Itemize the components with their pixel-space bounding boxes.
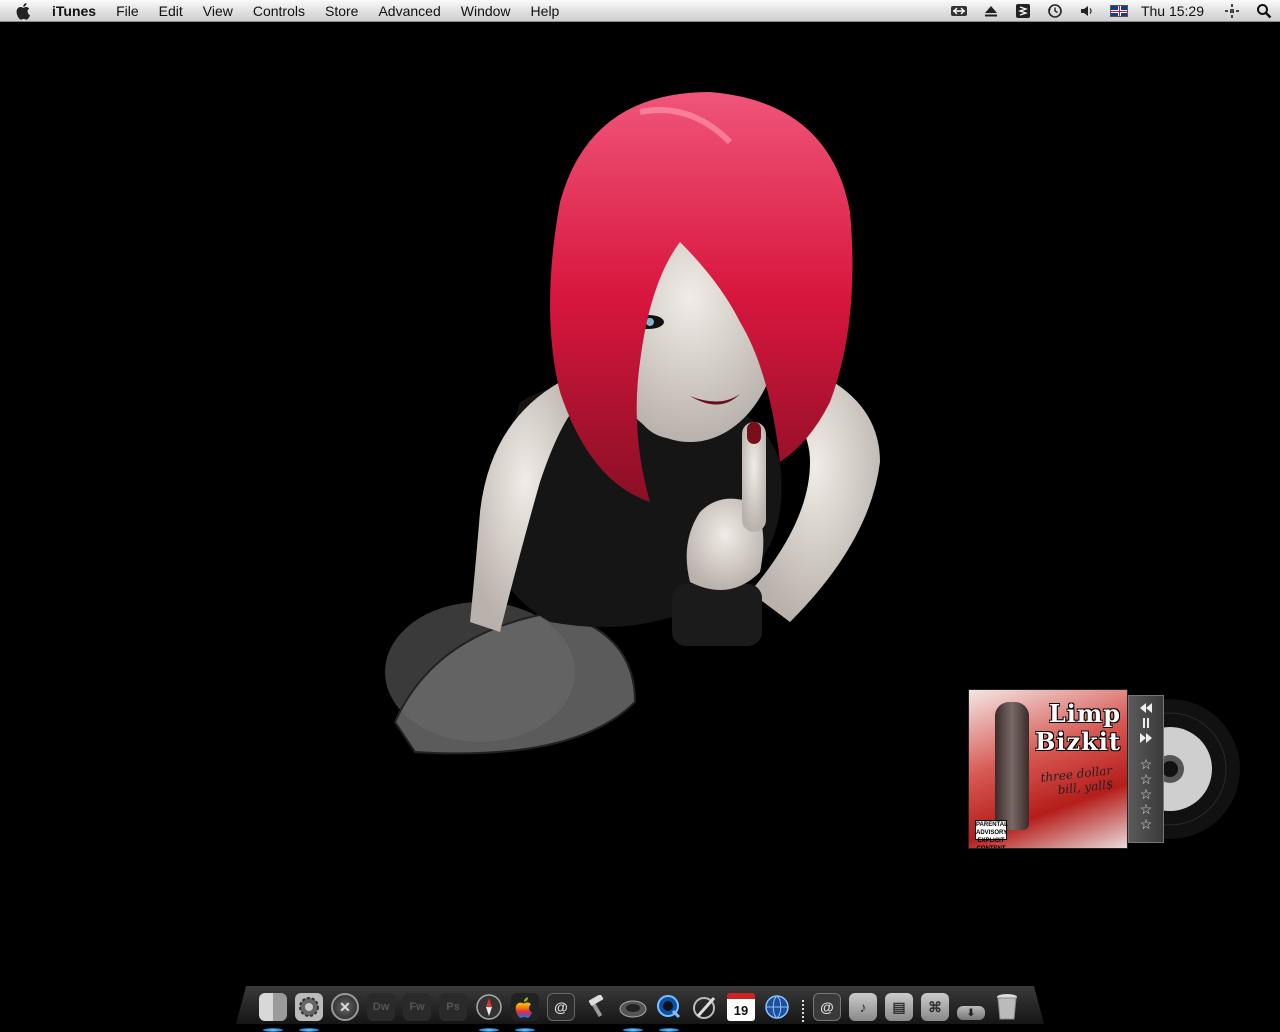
speaker-icon xyxy=(619,993,647,1021)
photoshop-icon: Ps xyxy=(439,993,467,1021)
menu-view[interactable]: View xyxy=(193,0,243,22)
mail-stack-icon: @ xyxy=(813,993,841,1021)
downloads-icon: ⬇ xyxy=(957,1006,985,1020)
eject-icon[interactable] xyxy=(975,0,1007,22)
running-indicator xyxy=(262,1028,284,1032)
dock-documents-folder[interactable]: ▤ xyxy=(882,990,916,1024)
dock-system-preferences[interactable] xyxy=(292,990,326,1032)
rating-star-4[interactable]: ☆ xyxy=(1140,802,1153,817)
menu-bar: iTunes File Edit View Controls Store Adv… xyxy=(0,0,1280,22)
system-preferences-icon xyxy=(295,993,323,1021)
fireworks-icon: Fw xyxy=(403,993,431,1021)
dock-mail-stack[interactable]: @ xyxy=(810,990,844,1024)
dock-script-editor[interactable] xyxy=(580,990,614,1024)
quicktime-icon xyxy=(655,993,683,1021)
running-indicator xyxy=(622,1028,644,1032)
teamviewer-icon[interactable] xyxy=(943,0,975,22)
dock-applications-folder[interactable]: ⌘ xyxy=(918,990,952,1024)
dock-dreamweaver[interactable]: Dw xyxy=(364,990,398,1024)
dock-network[interactable] xyxy=(760,990,794,1024)
rating-star-2[interactable]: ☆ xyxy=(1140,772,1153,787)
trash-icon xyxy=(993,993,1021,1021)
dock-speaker[interactable] xyxy=(616,990,650,1032)
artwork-album-text: three dollar bill, yall$ xyxy=(1039,763,1115,798)
dock-mac-os-x[interactable]: ✕ xyxy=(328,990,362,1024)
dock-trash[interactable] xyxy=(990,990,1024,1024)
mac-os-x-icon: ✕ xyxy=(331,993,359,1021)
paintbrush-icon xyxy=(691,993,719,1021)
dock-quicktime[interactable] xyxy=(652,990,686,1032)
running-indicator xyxy=(514,1028,536,1032)
dock-photoshop[interactable]: Ps xyxy=(436,990,470,1024)
globe-icon xyxy=(763,993,791,1021)
menu-window[interactable]: Window xyxy=(451,0,521,22)
dreamweaver-icon: Dw xyxy=(367,993,395,1021)
calendar-icon: 19 xyxy=(727,993,755,1021)
script-hammer-icon xyxy=(583,993,611,1021)
menu-advanced[interactable]: Advanced xyxy=(368,0,450,22)
playback-controls: ☆ ☆ ☆ ☆ ☆ xyxy=(1128,695,1164,843)
applications-folder-icon: ⌘ xyxy=(921,993,949,1021)
fast-forward-icon[interactable] xyxy=(1140,732,1152,747)
dock-downloads[interactable]: ⬇ xyxy=(954,990,988,1024)
documents-folder-icon: ▤ xyxy=(885,993,913,1021)
menu-extras: Thu 15:29 xyxy=(943,0,1280,22)
menu-controls[interactable]: Controls xyxy=(243,0,315,22)
itunes-now-playing-widget: Limp Bizkit three dollar bill, yall$ PAR… xyxy=(968,689,1248,849)
dock-preview[interactable] xyxy=(688,990,722,1024)
dock-safari[interactable] xyxy=(472,990,506,1032)
menu-app-itunes[interactable]: iTunes xyxy=(44,0,106,22)
dock-ical[interactable]: 19 xyxy=(724,990,758,1024)
dock-separator[interactable] xyxy=(800,994,806,1024)
spotlight-search-icon[interactable] xyxy=(1248,0,1280,22)
menu-file[interactable]: File xyxy=(106,0,149,22)
dock: ✕ Dw Fw Ps @ 19 @ ♪ ▤ ⌘ ⬇ xyxy=(256,976,1026,1032)
album-artwork[interactable]: Limp Bizkit three dollar bill, yall$ PAR… xyxy=(968,689,1128,849)
apple-app-icon xyxy=(511,993,539,1021)
menu-help[interactable]: Help xyxy=(521,0,570,22)
dock-music-folder[interactable]: ♪ xyxy=(846,990,880,1024)
growl-icon[interactable] xyxy=(1007,0,1039,22)
rating-star-3[interactable]: ☆ xyxy=(1140,787,1153,802)
menu-edit[interactable]: Edit xyxy=(149,0,193,22)
parental-advisory-label: PARENTAL ADVISORY EXPLICIT CONTENT xyxy=(975,820,1008,849)
running-indicator xyxy=(478,1028,500,1032)
dock-apple-app[interactable] xyxy=(508,990,542,1032)
music-folder-icon: ♪ xyxy=(849,993,877,1021)
pause-icon[interactable] xyxy=(1141,717,1151,732)
safari-compass-icon xyxy=(475,993,503,1021)
menu-clock[interactable]: Thu 15:29 xyxy=(1135,3,1216,19)
menu-store[interactable]: Store xyxy=(315,0,368,22)
dock-address-book[interactable]: @ xyxy=(544,990,578,1024)
artwork-artist-text: Limp Bizkit xyxy=(1035,699,1121,756)
dock-finder[interactable] xyxy=(256,990,290,1032)
address-book-icon: @ xyxy=(547,993,575,1021)
finder-icon xyxy=(259,993,287,1021)
running-indicator xyxy=(298,1028,320,1032)
spaces-icon[interactable] xyxy=(1216,0,1248,22)
running-indicator xyxy=(658,1028,680,1032)
dock-fireworks[interactable]: Fw xyxy=(400,990,434,1024)
apple-logo-icon[interactable] xyxy=(16,2,38,20)
rating-stars: ☆ ☆ ☆ ☆ ☆ xyxy=(1140,757,1153,832)
uk-flag-input-icon[interactable] xyxy=(1103,0,1135,22)
rating-star-5[interactable]: ☆ xyxy=(1140,817,1153,832)
rating-star-1[interactable]: ☆ xyxy=(1140,757,1153,772)
time-machine-icon[interactable] xyxy=(1039,0,1071,22)
rewind-icon[interactable] xyxy=(1140,702,1152,717)
volume-icon[interactable] xyxy=(1071,0,1103,22)
